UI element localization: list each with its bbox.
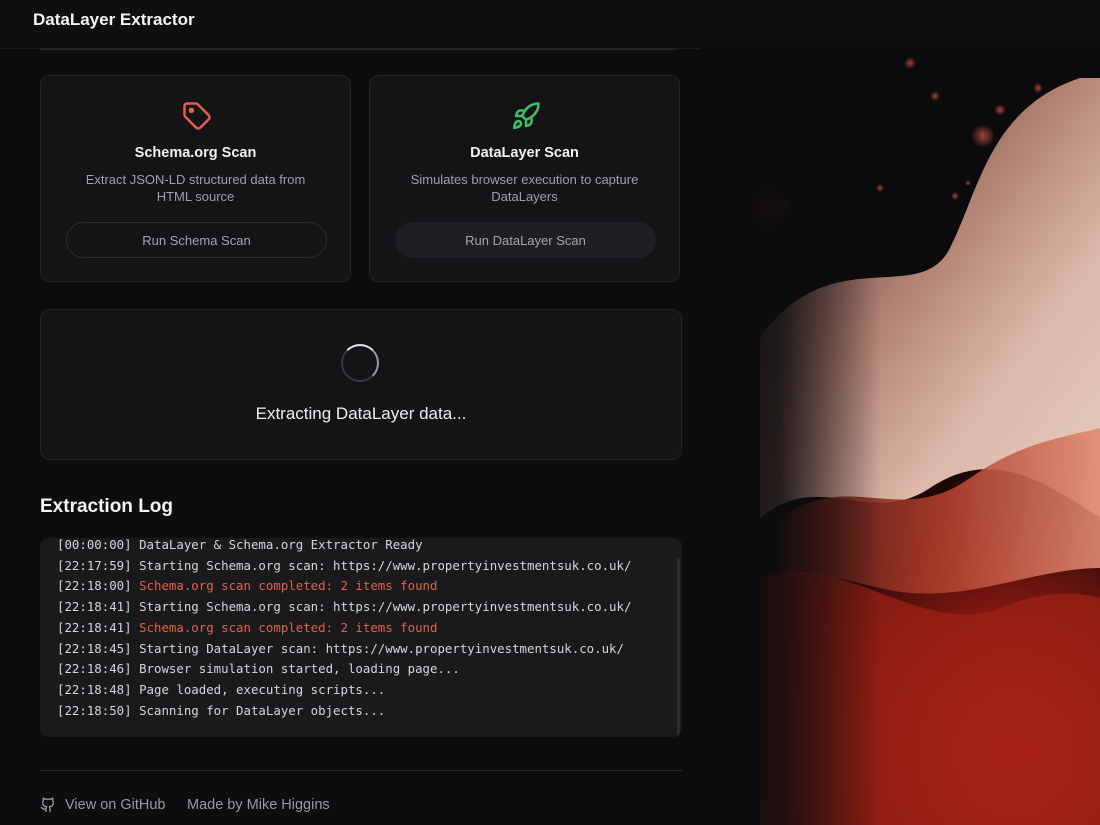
log-message: DataLayer & Schema.org Extractor Ready — [139, 538, 423, 552]
log-line: [22:18:41] Schema.org scan completed: 2 … — [57, 618, 631, 639]
log-message: Starting Schema.org scan: https://www.pr… — [139, 557, 632, 573]
log-timestamp: [22:18:41] — [57, 599, 132, 615]
rocket-icon — [512, 102, 540, 130]
log-timestamp: [22:18:46] — [57, 661, 132, 677]
made-by-text: Made by Mike Higgins — [187, 797, 330, 813]
schema-scan-description: Extract JSON-LD structured data from HTM… — [85, 172, 306, 204]
run-datalayer-scan-button[interactable]: Run DataLayer Scan — [395, 222, 656, 258]
log-line: [00:00:00] DataLayer & Schema.org Extrac… — [57, 538, 631, 556]
log-message: Scanning for DataLayer objects... — [139, 702, 386, 718]
github-icon — [40, 797, 55, 813]
log-line: [22:17:59] Starting Schema.org scan: htt… — [57, 556, 631, 577]
log-timestamp: [22:17:59] — [57, 557, 132, 573]
extraction-log-heading: Extraction Log — [40, 496, 174, 517]
log-timestamp: [22:18:50] — [57, 702, 132, 718]
log-line: [22:18:50] Scanning for DataLayer object… — [57, 701, 631, 722]
divider — [40, 49, 678, 50]
log-message: Schema.org scan completed: 2 items found — [139, 619, 438, 635]
log-line: [22:18:46] Browser simulation started, l… — [57, 659, 631, 680]
app-header: DataLayer Extractor — [0, 0, 1100, 49]
log-line: [22:18:45] Starting DataLayer scan: http… — [57, 639, 631, 660]
log-timestamp: [22:18:41] — [57, 619, 132, 635]
schema-scan-title: Schema.org Scan — [134, 145, 257, 161]
log-message: Starting Schema.org scan: https://www.pr… — [139, 599, 632, 615]
log-line: [22:18:41] Starting Schema.org scan: htt… — [57, 597, 631, 618]
log-timestamp: [22:18:00] — [57, 578, 132, 594]
schema-scan-card: Schema.org Scan Extract JSON-LD structur… — [40, 75, 351, 282]
log-lines: [00:00:00] DataLayer & Schema.org Extrac… — [57, 538, 631, 721]
log-message: Page loaded, executing scripts... — [139, 681, 386, 697]
datalayer-scan-card: DataLayer Scan Simulates browser executi… — [369, 75, 680, 282]
view-on-github-link[interactable]: View on GitHub — [65, 797, 165, 813]
loading-spinner-icon — [341, 344, 379, 382]
loading-status-text: Extracting DataLayer data... — [255, 404, 467, 423]
log-message: Browser simulation started, loading page… — [139, 661, 460, 677]
app-title: DataLayer Extractor — [33, 10, 195, 29]
log-line: [22:18:48] Page loaded, executing script… — [57, 680, 631, 701]
log-timestamp: [22:18:45] — [57, 640, 132, 656]
log-line: [22:18:00] Schema.org scan completed: 2 … — [57, 576, 631, 597]
datalayer-scan-description: Simulates browser execution to capture D… — [410, 172, 639, 204]
log-scrollbar[interactable] — [677, 558, 680, 736]
abstract-wave-image — [700, 48, 1100, 825]
log-timestamp: [00:00:00] — [57, 538, 132, 552]
hero-background-image — [700, 48, 1100, 825]
extraction-log[interactable]: [00:00:00] DataLayer & Schema.org Extrac… — [40, 538, 682, 737]
log-message: Starting DataLayer scan: https://www.pro… — [139, 640, 624, 656]
run-schema-scan-button[interactable]: Run Schema Scan — [66, 222, 327, 258]
divider — [40, 770, 682, 771]
loading-panel: Extracting DataLayer data... — [40, 309, 682, 460]
log-timestamp: [22:18:48] — [57, 681, 132, 697]
datalayer-scan-title: DataLayer Scan — [470, 145, 579, 161]
log-message: Schema.org scan completed: 2 items found — [139, 578, 438, 594]
tag-icon — [183, 102, 211, 130]
